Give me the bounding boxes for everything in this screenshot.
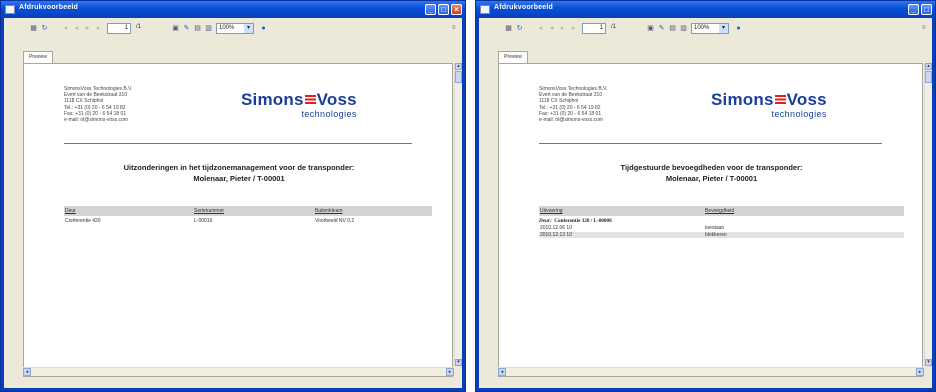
logo-subtitle: technologies: [301, 109, 357, 119]
menu-grip-icon[interactable]: ≡: [452, 25, 458, 31]
zoom-icon[interactable]: ✎: [657, 24, 666, 33]
last-page-button[interactable]: ▸: [94, 24, 103, 33]
scroll-thumb[interactable]: [925, 71, 932, 83]
refresh-icon[interactable]: ↻: [515, 24, 524, 33]
scroll-down-icon[interactable]: ▾: [925, 359, 932, 366]
tab-preview[interactable]: Preview: [498, 51, 528, 63]
column-header: Deur: [65, 208, 76, 214]
maximize-button[interactable]: □: [921, 4, 932, 15]
fit-page-icon[interactable]: ▣: [646, 24, 655, 33]
scroll-down-icon[interactable]: ▾: [455, 359, 462, 366]
help-icon[interactable]: ●: [734, 24, 743, 33]
next-page-button[interactable]: ▸: [83, 24, 92, 33]
logo-subtitle: technologies: [771, 109, 827, 119]
fit-page-icon[interactable]: ▣: [171, 24, 180, 33]
column-header: Bevoegdheid: [705, 208, 735, 214]
last-page-button[interactable]: ▸: [569, 24, 578, 33]
table-row: 2010.12.13 10 blokkeren: [539, 232, 904, 238]
print-preview-window-1: Afdrukvoorbeeld _ □ × ▦ ↻ ◂ ◂ ▸ ▸ 1 /1 ▣…: [0, 0, 466, 392]
table-header: Deur Serienummer Buitenkleam: [64, 206, 432, 216]
zoom-icon[interactable]: ✎: [182, 24, 191, 33]
page-number-input[interactable]: 1: [582, 23, 606, 34]
title-bar[interactable]: Afdrukvoorbeeld _ □: [476, 1, 935, 18]
header-divider: [64, 143, 412, 144]
zoom-value: 100%: [694, 25, 710, 31]
company-address: SimonsVoss Technologies B.V. Evert van d…: [64, 86, 132, 123]
column-header: Buitenkleam: [315, 208, 343, 214]
minimize-button[interactable]: _: [425, 4, 436, 15]
page-count: /1: [611, 24, 617, 30]
page-setup-icon[interactable]: ▤: [193, 24, 202, 33]
zoom-select[interactable]: 100% ▾: [216, 23, 254, 34]
export-icon[interactable]: ▥: [204, 24, 213, 33]
column-header: Uitvoering: [540, 208, 563, 214]
first-page-button[interactable]: ◂: [61, 24, 70, 33]
scroll-left-icon[interactable]: ◂: [498, 368, 506, 376]
page-count: /1: [136, 24, 142, 30]
page-number-input[interactable]: 1: [107, 23, 131, 34]
scroll-right-icon[interactable]: ▸: [446, 368, 454, 376]
table-header: Uitvoering Bevoegdheid: [539, 206, 904, 216]
refresh-icon[interactable]: ↻: [40, 24, 49, 33]
print-icon[interactable]: ▦: [504, 24, 513, 33]
horizontal-scrollbar[interactable]: ◂ ▸: [498, 367, 924, 376]
report-title: Uitzonderingen in het tijdzonemanagement…: [123, 163, 355, 183]
title-bar[interactable]: Afdrukvoorbeeld _ □ ×: [1, 1, 465, 18]
address-line: Tel.: +31 (0) 20 - 6 54 19 82: [539, 104, 601, 111]
scroll-up-icon[interactable]: ▴: [925, 63, 932, 70]
app-icon: [480, 5, 490, 14]
document-viewport: SimonsVoss Technologies B.V. Evert van d…: [23, 63, 453, 377]
print-preview-window-2: Afdrukvoorbeeld _ □ ▦ ↻ ◂ ◂ ▸ ▸ 1 /1 ▣ ✎…: [475, 0, 936, 392]
maximize-button[interactable]: □: [438, 4, 449, 15]
print-icon[interactable]: ▦: [29, 24, 38, 33]
preview-toolbar: ▦ ↻ ◂ ◂ ▸ ▸ 1 /1 ▣ ✎ ▤ ▥ 100% ▾ ●: [23, 20, 455, 42]
prev-page-button[interactable]: ◂: [547, 24, 556, 33]
company-logo: Simons Voss technologies: [241, 90, 357, 119]
vertical-scrollbar[interactable]: ▴ ▾: [454, 63, 462, 366]
address-line: e-mail: nl@simons-voss.com: [539, 117, 603, 124]
zoom-select[interactable]: 100% ▾: [691, 23, 729, 34]
next-page-button[interactable]: ▸: [558, 24, 567, 33]
address-line: e-mail: nl@simons-voss.com: [64, 117, 128, 124]
page-setup-icon[interactable]: ▤: [668, 24, 677, 33]
window-title: Afdrukvoorbeeld: [19, 4, 79, 11]
export-icon[interactable]: ▥: [679, 24, 688, 33]
first-page-button[interactable]: ◂: [536, 24, 545, 33]
header-divider: [539, 143, 882, 144]
window-title: Afdrukvoorbeeld: [494, 4, 554, 11]
company-logo: Simons Voss technologies: [711, 90, 827, 119]
report-title: Tijdgestuurde bevoegdheden voor de trans…: [620, 163, 803, 183]
menu-grip-icon[interactable]: ≡: [922, 25, 928, 31]
help-icon[interactable]: ●: [259, 24, 268, 33]
preview-toolbar: ▦ ↻ ◂ ◂ ▸ ▸ 1 /1 ▣ ✎ ▤ ▥ 100% ▾ ●: [498, 20, 925, 42]
minimize-button[interactable]: _: [908, 4, 919, 15]
scroll-up-icon[interactable]: ▴: [455, 63, 462, 70]
prev-page-button[interactable]: ◂: [72, 24, 81, 33]
document-viewport: SimonsVoss Technologies B.V. Evert van d…: [498, 63, 923, 377]
scroll-right-icon[interactable]: ▸: [916, 368, 924, 376]
vertical-scrollbar[interactable]: ▴ ▾: [924, 63, 932, 366]
column-header: Serienummer: [194, 208, 225, 214]
company-address: SimonsVoss Technologies B.V. Evert van d…: [539, 86, 607, 123]
address-line: Tel.: +31 (0) 20 - 6 54 19 82: [64, 104, 126, 111]
zoom-value: 100%: [219, 25, 235, 31]
chevron-down-icon[interactable]: ▾: [719, 24, 728, 33]
scroll-thumb[interactable]: [455, 71, 462, 83]
tab-preview[interactable]: Preview: [23, 51, 53, 63]
horizontal-scrollbar[interactable]: ◂ ▸: [23, 367, 454, 376]
app-icon: [5, 5, 15, 14]
chevron-down-icon[interactable]: ▾: [244, 24, 253, 33]
scroll-left-icon[interactable]: ◂: [23, 368, 31, 376]
group-header: Deur: Conferentie 320 / L-00008: [539, 218, 612, 224]
close-button[interactable]: ×: [451, 4, 462, 15]
table-row: 2010.12.06 10 toestaan: [540, 225, 725, 231]
